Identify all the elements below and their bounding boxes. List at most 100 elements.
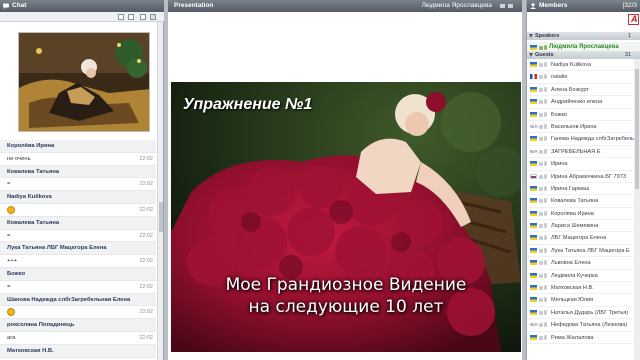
members-header: Members [32/3 — [527, 0, 640, 12]
guest-item[interactable]: Алена Бозкурт — [527, 84, 633, 97]
guest-item[interactable]: Ирина Абрамочкина БГ 7973 — [527, 171, 633, 183]
guest-name: Лариса Шемякина — [551, 223, 599, 230]
microphone-icon — [544, 247, 547, 253]
guest-name: Андрийченко елена — [551, 99, 603, 106]
chat-author: Матковская Н.В. — [0, 344, 156, 358]
microphone-icon — [544, 136, 547, 142]
chat-message: +++ 22:02 — [0, 255, 156, 268]
camera-icon — [539, 46, 543, 50]
guest-name: natalie — [551, 74, 568, 81]
chat-message: 22:02 — [0, 204, 156, 217]
chat-timestamp: 22:02 — [139, 334, 154, 341]
guest-name: Нефедова Татьяна (Лезнова) — [551, 322, 628, 329]
guest-item[interactable]: Ганова Надежда слбгЗагребельная — [527, 133, 640, 146]
guest-item[interactable]: Nadiya Kulikova — [527, 59, 633, 72]
chat-scrollbar[interactable] — [157, 22, 163, 360]
flag-icon — [530, 210, 537, 216]
slide-caption-line2: на следующие 10 лет — [248, 297, 444, 317]
flag-icon — [530, 260, 537, 266]
flag-icon: N/A — [530, 123, 538, 129]
flag-icon — [530, 161, 537, 167]
chat-author-name: Ковалева Татьяна — [7, 168, 60, 175]
guest-item[interactable]: Матковская Н.В. — [527, 282, 633, 295]
flag-icon — [530, 223, 537, 229]
microphone-icon — [544, 185, 547, 191]
presentation-header: Presentation Людмила Ярославцева — [168, 0, 522, 12]
guest-item[interactable]: Львовна Елена — [527, 257, 633, 270]
chat-message: не очень 22:02 — [0, 153, 156, 166]
chat-timestamp: 22:02 — [139, 155, 154, 162]
chat-message-list: Королёва Ирина не очень 22:02 Ковалева Тать… — [0, 140, 156, 358]
microphone-icon — [544, 45, 547, 50]
app-window: Chat Королёва Ирина не очень 22:02 Ковал… — [0, 0, 640, 360]
guests-section-header[interactable]: Guests 31 — [527, 51, 640, 59]
microphone-icon — [544, 285, 547, 291]
flag-icon — [530, 247, 537, 253]
microphone-icon — [544, 198, 547, 204]
guests-label: Guests — [535, 52, 554, 58]
guest-item[interactable]: Лука Татьяна ЛБГ Мацегора Е — [527, 245, 633, 258]
chat-toolbar — [0, 12, 164, 22]
chat-author-name: Матковская Н.В. — [7, 347, 54, 354]
guest-item[interactable]: Ковалева Татьяна — [527, 195, 633, 208]
panel-controls-icon[interactable] — [500, 3, 514, 9]
save-icon[interactable] — [128, 14, 134, 20]
chat-author: Nadiya Kulikova — [0, 191, 156, 204]
chat-author-name: Божко — [7, 270, 26, 277]
camera-icon — [539, 211, 543, 216]
members-title: Members — [539, 2, 568, 9]
camera-icon — [539, 100, 543, 105]
acrobat-icon[interactable]: A — [628, 14, 639, 25]
guest-item[interactable]: Андрийченко елена — [527, 96, 633, 109]
guest-item[interactable]: Королёва Ирина — [527, 208, 633, 221]
camera-icon — [539, 174, 543, 179]
members-scroll-thumb[interactable] — [635, 69, 639, 189]
chat-author: Ковалева Татьяна — [0, 165, 156, 179]
guest-item[interactable]: Ирина Гармаш — [527, 183, 633, 196]
members-scrollbar[interactable] — [634, 59, 640, 360]
guest-item[interactable]: Лариса Шемякина — [527, 220, 633, 233]
flag-icon — [530, 136, 537, 142]
chat-panel: Chat Королёва Ирина не очень 22:02 Ковал… — [0, 0, 164, 360]
microphone-icon — [544, 210, 547, 216]
guest-name: Людмила Кучерка — [551, 272, 598, 279]
presentation-canvas: Упражнение №1 Мое Грандиозное Видение на… — [168, 12, 522, 360]
guest-item[interactable]: Рима Жалалова — [527, 332, 633, 344]
chat-author: Шанова Надежда слбгЗагребельная Елена — [0, 293, 156, 307]
speakers-section-header[interactable]: Speakers 1 — [527, 32, 640, 40]
chat-timestamp: 22:02 — [139, 258, 154, 265]
guest-item[interactable]: natalie — [527, 71, 633, 84]
chat-message-text: = — [7, 181, 11, 188]
guest-name: Ковалева Татьяна — [551, 198, 599, 205]
clear-icon[interactable] — [140, 14, 146, 20]
chat-timestamp: 22:02 — [139, 206, 154, 213]
members-icon — [530, 3, 536, 9]
flag-icon — [530, 285, 537, 291]
microphone-icon — [544, 148, 547, 154]
guest-item[interactable]: Божко — [527, 109, 633, 121]
guest-item[interactable]: Людмила Кучерка — [527, 270, 633, 283]
chat-author: Ковалева Татьяна — [0, 216, 156, 230]
camera-icon — [539, 124, 543, 129]
chat-author: Королёва Ирина — [0, 140, 156, 153]
camera-icon — [539, 323, 543, 328]
guest-item[interactable]: N/A Васильков Ирина — [527, 121, 633, 134]
presentation-panel: Presentation Людмила Ярославцева Упражне… — [168, 0, 522, 360]
camera-icon — [539, 162, 543, 167]
flag-icon: N/A — [530, 322, 538, 328]
microphone-icon — [544, 235, 547, 241]
guest-item[interactable]: Ирина — [527, 158, 633, 171]
settings-icon[interactable] — [150, 14, 156, 20]
guest-item[interactable]: N/A ЗАГРЕБЕЛЬНАЯ Е — [527, 146, 633, 159]
chat-message-text: не очень — [7, 155, 31, 162]
microphone-icon — [544, 260, 547, 266]
guest-item[interactable]: Наталья Дударь (ЛБГ Третья) — [527, 307, 633, 320]
microphone-icon — [544, 86, 547, 92]
guest-item[interactable]: ЛБГ Мацегора Елена — [527, 232, 633, 245]
guest-item[interactable]: Мельцкая Юлия — [527, 294, 633, 307]
print-icon[interactable] — [118, 14, 124, 20]
chat-scroll-thumb[interactable] — [159, 202, 163, 232]
camera-icon — [539, 149, 543, 154]
guest-item[interactable]: N/A Нефедова Татьяна (Лезнова) — [527, 319, 633, 332]
camera-icon — [539, 224, 543, 229]
